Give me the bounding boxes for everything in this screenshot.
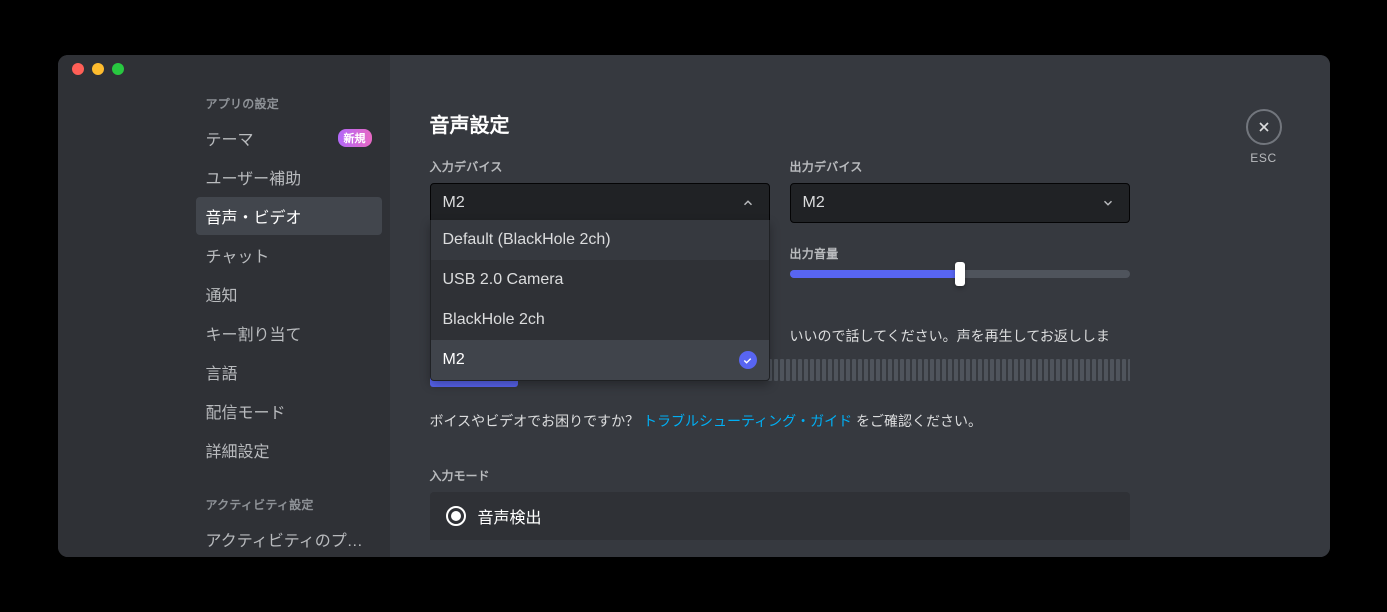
window-minimize-button[interactable] (92, 63, 104, 75)
input-device-value: M2 (443, 194, 465, 212)
input-mode-option[interactable]: 音声検出 (430, 492, 1130, 540)
check-icon (739, 351, 757, 369)
input-mode-value: 音声検出 (478, 504, 542, 528)
dropdown-option-label: Default (BlackHole 2ch) (443, 231, 611, 249)
sidebar-item-voice-video[interactable]: 音声・ビデオ (196, 197, 382, 235)
sidebar-item-keybindings[interactable]: キー割り当て (196, 314, 382, 352)
chevron-down-icon (1099, 194, 1117, 212)
output-volume-slider[interactable] (790, 270, 1130, 278)
esc-label: ESC (1246, 151, 1282, 165)
sidebar-item-activity-privacy[interactable]: アクティビティのプラ... (196, 520, 382, 557)
sidebar-item-streamer-mode[interactable]: 配信モード (196, 392, 382, 430)
close-button[interactable] (1246, 109, 1282, 145)
new-badge: 新規 (338, 129, 372, 147)
output-device-value: M2 (803, 194, 825, 212)
dropdown-option-label: M2 (443, 351, 465, 369)
input-device-dropdown: Default (BlackHole 2ch) USB 2.0 Camera B… (430, 220, 770, 381)
help-suffix: をご確認ください。 (856, 413, 982, 429)
output-device-select[interactable]: M2 (790, 183, 1130, 223)
sidebar-item-notifications[interactable]: 通知 (196, 275, 382, 313)
output-volume-label: 出力音量 (790, 245, 1130, 262)
window-titlebar (58, 55, 1330, 83)
slider-fill (790, 270, 960, 278)
sidebar-item-label: 言語 (206, 360, 238, 384)
sidebar-item-label: 音声・ビデオ (206, 204, 302, 228)
settings-sidebar: アプリの設定 テーマ 新規 ユーザー補助 音声・ビデオ チャット 通知 キー割り… (58, 55, 390, 557)
dropdown-option-label: USB 2.0 Camera (443, 271, 564, 289)
sidebar-item-label: アクティビティのプラ... (206, 527, 372, 551)
sidebar-item-label: キー割り当て (206, 321, 302, 345)
troubleshoot-link[interactable]: トラブルシューティング・ガイド (643, 413, 852, 429)
dropdown-option[interactable]: USB 2.0 Camera (431, 260, 769, 300)
sidebar-item-label: テーマ (206, 126, 254, 150)
settings-content: 音声設定 入力デバイス M2 Default (BlackHole 2ch) (390, 55, 1330, 557)
input-mode-label: 入力モード (430, 467, 1130, 484)
chevron-up-icon (739, 194, 757, 212)
sidebar-section-app-settings: アプリの設定 (196, 89, 390, 118)
slider-thumb[interactable] (955, 262, 965, 286)
close-settings: ESC (1246, 109, 1282, 165)
input-device-label: 入力デバイス (430, 158, 770, 175)
troubleshoot-text: ボイスやビデオでお困りですか？ トラブルシューティング・ガイド をご確認ください… (430, 411, 1130, 431)
sidebar-item-accessibility[interactable]: ユーザー補助 (196, 158, 382, 196)
help-prefix: ボイスやビデオでお困りですか？ (430, 413, 640, 429)
radio-icon (446, 506, 466, 526)
sidebar-section-activity-settings: アクティビティ設定 (196, 490, 390, 519)
dropdown-option[interactable]: M2 (431, 340, 769, 380)
dropdown-option[interactable]: Default (BlackHole 2ch) (431, 220, 769, 260)
sidebar-item-label: 配信モード (206, 399, 286, 423)
window-zoom-button[interactable] (112, 63, 124, 75)
window-close-button[interactable] (72, 63, 84, 75)
sidebar-item-label: 詳細設定 (206, 438, 270, 462)
output-device-label: 出力デバイス (790, 158, 1130, 175)
sidebar-item-chat[interactable]: チャット (196, 236, 382, 274)
sidebar-item-theme[interactable]: テーマ 新規 (196, 119, 382, 157)
dropdown-option[interactable]: BlackHole 2ch (431, 300, 769, 340)
sidebar-item-label: 通知 (206, 282, 238, 306)
dropdown-option-label: BlackHole 2ch (443, 311, 545, 329)
sidebar-item-advanced[interactable]: 詳細設定 (196, 431, 382, 469)
sidebar-item-label: チャット (206, 243, 270, 267)
sidebar-item-label: ユーザー補助 (206, 165, 302, 189)
input-device-select[interactable]: M2 (430, 183, 770, 223)
page-title: 音声設定 (430, 109, 1130, 138)
mic-test-description: いいので話してください。声を再生してお返ししま (790, 326, 1130, 347)
sidebar-item-language[interactable]: 言語 (196, 353, 382, 391)
